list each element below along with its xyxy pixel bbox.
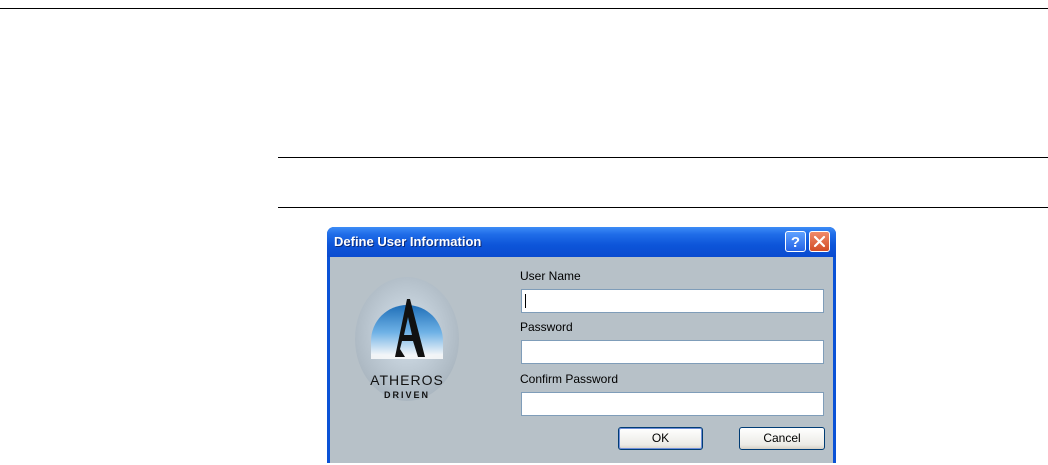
confirm-password-input[interactable] (521, 392, 824, 416)
close-button[interactable] (809, 231, 830, 252)
svg-text:?: ? (791, 234, 800, 251)
define-user-dialog: Define User Information ? ATHEROS DRIVEN… (327, 227, 836, 463)
dialog-title: Define User Information (334, 234, 482, 249)
password-input[interactable] (521, 340, 824, 364)
confirm-password-label: Confirm Password (520, 372, 619, 386)
help-button[interactable]: ? (785, 231, 806, 252)
cancel-button[interactable]: Cancel (739, 427, 825, 450)
middle-divider (278, 157, 1048, 158)
ok-button[interactable]: OK (618, 427, 703, 450)
text-caret (525, 294, 526, 308)
password-label: Password (520, 320, 573, 334)
bottom-divider (278, 207, 1048, 208)
logo-text-atheros: ATHEROS (370, 372, 444, 388)
dialog-titlebar[interactable]: Define User Information ? (327, 227, 836, 257)
user-name-label: User Name (520, 269, 581, 283)
dialog-body: ATHEROS DRIVEN User Name Password Confir… (330, 257, 833, 463)
atheros-logo: ATHEROS DRIVEN (355, 277, 459, 401)
help-icon: ? (791, 234, 800, 251)
close-icon (813, 235, 826, 248)
top-divider (0, 8, 1048, 9)
user-name-input[interactable] (521, 289, 824, 313)
logo-text-driven: DRIVEN (384, 390, 430, 400)
